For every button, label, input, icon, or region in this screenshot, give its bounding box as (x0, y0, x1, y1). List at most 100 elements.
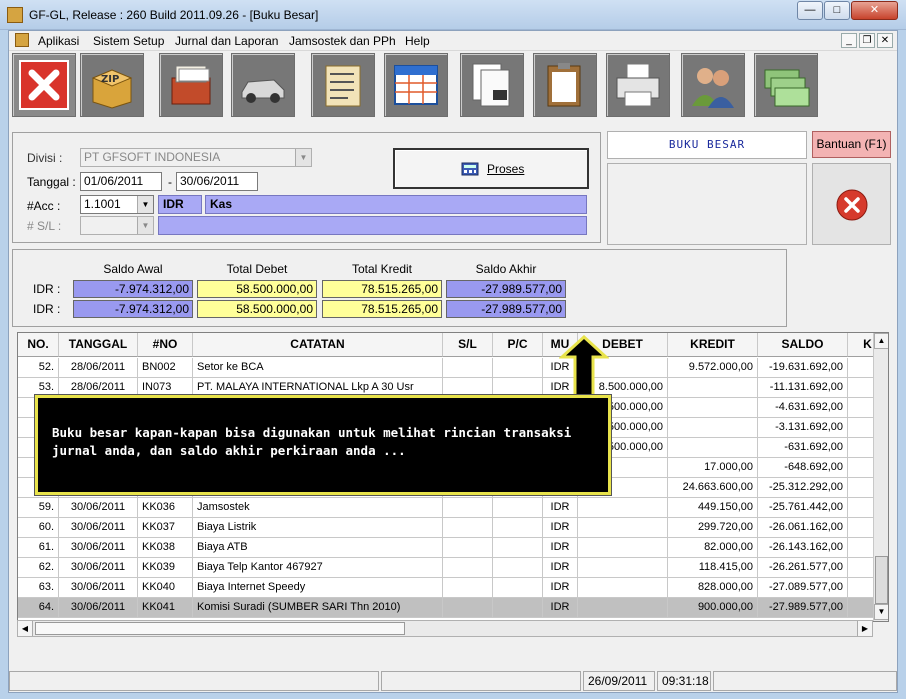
column-header-kredit[interactable]: KREDIT (668, 333, 758, 357)
divisi-select[interactable]: PT GFSOFT INDONESIA ▼ (80, 148, 312, 167)
menu-sistem-setup[interactable]: Sistem Setup (93, 34, 164, 48)
table-row[interactable]: 59. 30/06/2011 KK036 Jamsostek IDR 449.150,00… (18, 498, 888, 518)
vertical-scrollbar[interactable]: ▲ ▼ (873, 333, 888, 621)
status-time: 09:31:18 (657, 671, 711, 691)
cell-tanggal: 30/06/2011 (59, 498, 138, 518)
scroll-left-icon[interactable]: ◀ (18, 621, 33, 636)
proses-label: Proses (487, 162, 525, 176)
toolbar-documents-button[interactable] (460, 53, 524, 117)
cell-no: 64. (18, 598, 59, 618)
scroll-down-icon[interactable]: ▼ (874, 604, 888, 620)
menu-bar: Aplikasi Sistem Setup Jurnal dan Laporan… (9, 31, 897, 51)
table-row[interactable]: 64. 30/06/2011 KK041 Komisi Suradi (SUMBER … (18, 598, 888, 618)
maximize-button[interactable]: □ (824, 1, 850, 20)
table-row[interactable]: 52. 28/06/2011 BN002 Setor ke BCA IDR 9.572.0… (18, 358, 888, 378)
cell-debet (578, 538, 668, 558)
cell-sl (443, 518, 493, 538)
cell-no: 63. (18, 578, 59, 598)
cell-kredit: 24.663.600,00 (668, 478, 758, 498)
clipboard-documents-icon (540, 60, 590, 110)
toolbar-checklist-button[interactable] (311, 53, 375, 117)
title-bar: GF-GL, Release : 260 Build 2011.09.26 - … (0, 0, 906, 30)
child-close-button[interactable]: ✕ (877, 33, 893, 48)
vertical-scroll-thumb[interactable] (875, 556, 888, 604)
cell-no: 62. (18, 558, 59, 578)
chevron-down-icon: ▼ (137, 196, 153, 213)
cell-kredit: 9.572.000,00 (668, 358, 758, 378)
help-tooltip: Buku besar kapan-kapan bisa digunakan un… (34, 394, 612, 496)
acc-select[interactable]: 1.1001 ▼ (80, 195, 154, 214)
date-separator: - (168, 175, 172, 189)
cell-catatan: Biaya ATB (193, 538, 443, 558)
child-minimize-button[interactable]: _ (841, 33, 857, 48)
column-header-tanggal[interactable]: TANGGAL (59, 333, 138, 357)
mdi-client: Aplikasi Sistem Setup Jurnal dan Laporan… (8, 30, 898, 693)
column-header-sl[interactable]: S/L (443, 333, 493, 357)
divisi-label: Divisi : (27, 151, 63, 165)
toolbar-car-button[interactable] (231, 53, 295, 117)
child-window-icon (15, 33, 29, 47)
car-icon (238, 60, 288, 110)
date-from-input[interactable]: 01/06/2011 (80, 172, 162, 191)
cell-tanggal: 30/06/2011 (59, 558, 138, 578)
toolbar-table-button[interactable] (384, 53, 448, 117)
sl-label: # S/L : (27, 219, 62, 233)
horizontal-scroll-thumb[interactable] (35, 622, 405, 635)
cell-sl (443, 598, 493, 618)
toolbar-close-button[interactable] (12, 53, 76, 117)
window-close-button[interactable]: ✕ (851, 1, 898, 20)
menu-aplikasi[interactable]: Aplikasi (38, 34, 79, 48)
scroll-up-icon[interactable]: ▲ (874, 333, 888, 349)
table-row[interactable]: 62. 30/06/2011 KK039 Biaya Telp Kantor 4679… (18, 558, 888, 578)
cell-saldo: -27.089.577,00 (758, 578, 848, 598)
menu-help[interactable]: Help (405, 34, 430, 48)
sl-select[interactable]: ▼ (80, 216, 154, 235)
cell-nomor: KK037 (138, 518, 193, 538)
toolbar-printer-button[interactable] (606, 53, 670, 117)
child-restore-button[interactable]: ❐ (859, 33, 875, 48)
table-row[interactable]: 61. 30/06/2011 KK038 Biaya ATB IDR 82.000,00-… (18, 538, 888, 558)
column-header-nomor[interactable]: #NO (138, 333, 193, 357)
column-header-saldo[interactable]: SALDO (758, 333, 848, 357)
cell-catatan: Biaya Internet Speedy (193, 578, 443, 598)
total-debet-value: 58.500.000,00 (197, 280, 317, 298)
minimize-button[interactable]: — (797, 1, 823, 20)
column-header-catatan[interactable]: CATATAN (193, 333, 443, 357)
cell-nomor: KK038 (138, 538, 193, 558)
column-header-pc[interactable]: P/C (493, 333, 543, 357)
cell-kredit (668, 398, 758, 418)
zip-box-icon: ZIP (87, 60, 137, 110)
cell-mu: IDR (543, 558, 578, 578)
cell-tanggal: 30/06/2011 (59, 578, 138, 598)
table-row[interactable]: 60. 30/06/2011 KK037 Biaya Listrik IDR 299.72… (18, 518, 888, 538)
cell-pc (493, 578, 543, 598)
cell-catatan: Setor ke BCA (193, 358, 443, 378)
scroll-right-icon[interactable]: ▶ (857, 621, 872, 636)
menu-jurnal-laporan[interactable]: Jurnal dan Laporan (175, 34, 278, 48)
toolbar-users-button[interactable] (681, 53, 745, 117)
help-button[interactable]: Bantuan (F1) (812, 131, 891, 158)
status-panel (381, 671, 581, 691)
saldo-awal-header: Saldo Awal (103, 262, 163, 276)
column-header-no[interactable]: NO. (18, 333, 59, 357)
cell-pc (493, 518, 543, 538)
cell-nomor: BN002 (138, 358, 193, 378)
toolbar-zip-button[interactable]: ZIP (80, 53, 144, 117)
cell-no: 60. (18, 518, 59, 538)
exit-button[interactable] (812, 163, 891, 245)
horizontal-scrollbar[interactable]: ◀ ▶ (17, 620, 873, 637)
menu-jamsostek-pph[interactable]: Jamsostek dan PPh (289, 34, 396, 48)
toolbar-cardfile-button[interactable] (159, 53, 223, 117)
cell-pc (493, 358, 543, 378)
info-box (607, 163, 807, 245)
toolbar-clipboard-button[interactable] (533, 53, 597, 117)
cell-tanggal: 30/06/2011 (59, 518, 138, 538)
cell-tanggal: 30/06/2011 (59, 598, 138, 618)
cell-no: 52. (18, 358, 59, 378)
money-icon (761, 60, 811, 110)
toolbar-money-button[interactable] (754, 53, 818, 117)
table-row[interactable]: 63. 30/06/2011 KK040 Biaya Internet Speedy I… (18, 578, 888, 598)
cell-sl (443, 558, 493, 578)
date-to-input[interactable]: 30/06/2011 (176, 172, 258, 191)
proses-button[interactable]: Proses (393, 148, 589, 189)
